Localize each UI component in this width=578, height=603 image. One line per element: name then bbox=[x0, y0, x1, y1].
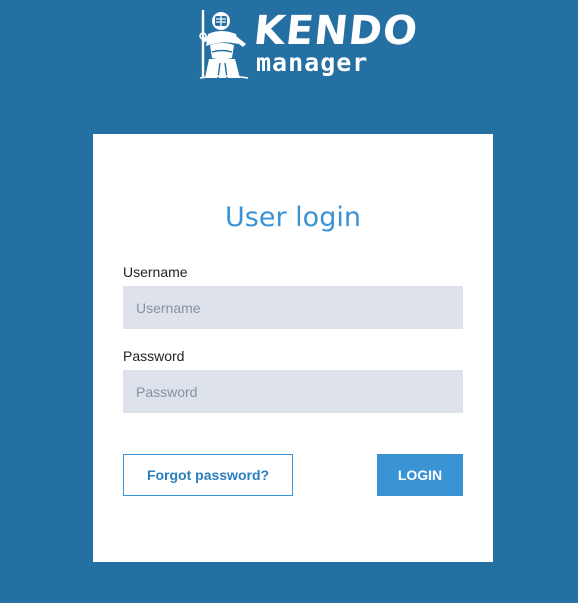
kendo-manager-logo: KENDO manager bbox=[196, 8, 420, 80]
username-label: Username bbox=[123, 264, 188, 280]
login-button[interactable]: LOGIN bbox=[377, 454, 463, 496]
login-card: User login Username Password Forgot pass… bbox=[93, 134, 493, 562]
login-title: User login bbox=[225, 202, 361, 233]
password-label: Password bbox=[123, 348, 185, 364]
forgot-password-button[interactable]: Forgot password? bbox=[123, 454, 293, 496]
kendo-fighter-icon bbox=[199, 10, 249, 79]
username-input[interactable] bbox=[123, 286, 463, 329]
password-input[interactable] bbox=[123, 370, 463, 413]
logo-subtitle: manager bbox=[256, 48, 369, 77]
